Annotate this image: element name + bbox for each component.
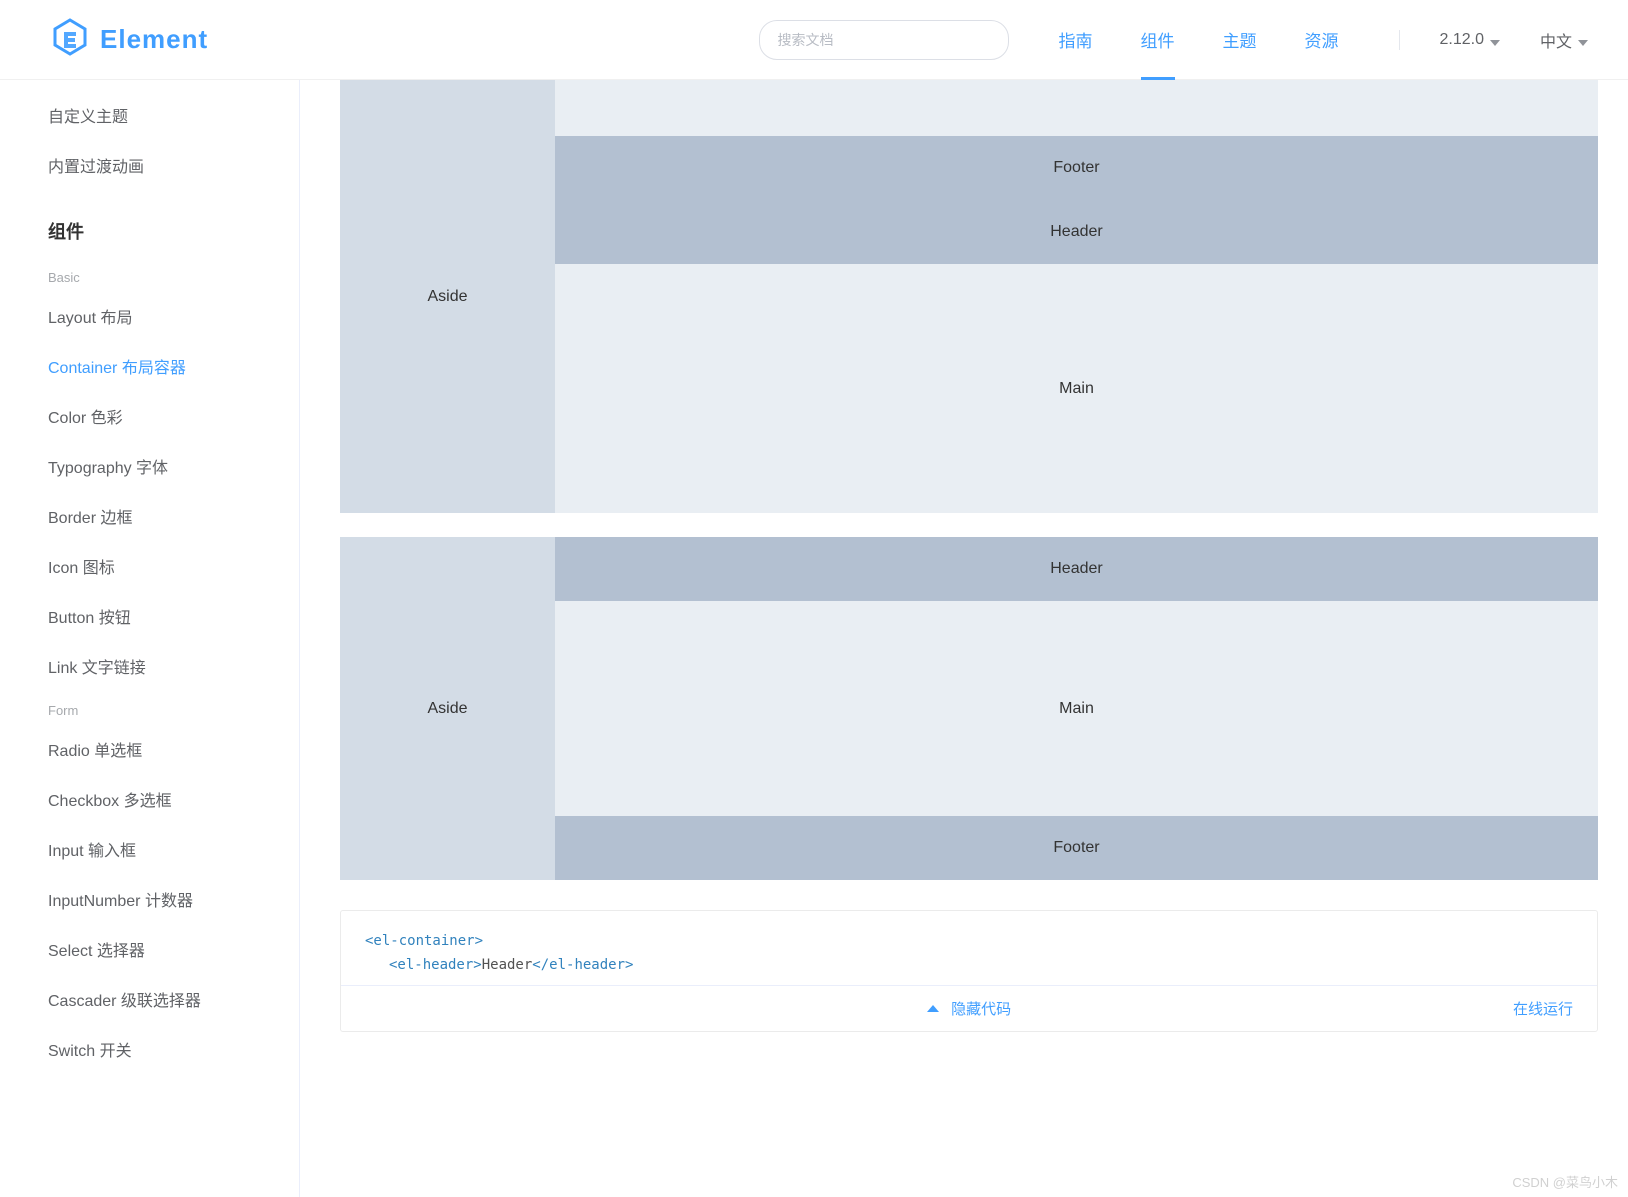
demo-block-2: Aside Header Main Footer <box>340 537 1598 880</box>
sidebar-sub-basic: Basic <box>48 258 299 291</box>
el-header: Header <box>555 200 1598 264</box>
sidebar-item-container[interactable]: Container 布局容器 <box>48 341 299 391</box>
header-center: 指南 组件 主题 资源 <box>759 0 1339 80</box>
el-aside: Aside <box>340 80 555 513</box>
lang-label: 中文 <box>1540 28 1572 52</box>
logo-icon <box>50 17 90 62</box>
sidebar-item-checkbox[interactable]: Checkbox 多选框 <box>48 774 299 824</box>
lang-dropdown[interactable]: 中文 <box>1540 28 1588 52</box>
nav-theme[interactable]: 主题 <box>1223 0 1257 80</box>
hide-code-label: 隐藏代码 <box>951 1001 1011 1018</box>
sidebar-item-button[interactable]: Button 按钮 <box>48 591 299 641</box>
sidebar-item-custom-theme[interactable]: 自定义主题 <box>48 90 299 140</box>
el-container-inner: Footer Header Main <box>555 80 1598 513</box>
sidebar: 自定义主题 内置过渡动画 组件 Basic Layout 布局 Containe… <box>0 80 300 1197</box>
sidebar-item-color[interactable]: Color 色彩 <box>48 391 299 441</box>
sidebar-item-layout[interactable]: Layout 布局 <box>48 291 299 341</box>
nav-resource[interactable]: 资源 <box>1305 0 1339 80</box>
logo[interactable]: Element <box>50 17 208 62</box>
sidebar-item-switch[interactable]: Switch 开关 <box>48 1024 299 1074</box>
sidebar-item-cascader[interactable]: Cascader 级联选择器 <box>48 974 299 1024</box>
el-main-top <box>555 80 1598 136</box>
el-container-inner: Header Main Footer <box>555 537 1598 880</box>
chevron-down-icon <box>1578 35 1588 45</box>
sidebar-item-icon[interactable]: Icon 图标 <box>48 541 299 591</box>
sidebar-group-title: 组件 <box>48 190 299 258</box>
nav-guide[interactable]: 指南 <box>1059 0 1093 80</box>
sidebar-item-input[interactable]: Input 输入框 <box>48 824 299 874</box>
sidebar-item-typography[interactable]: Typography 字体 <box>48 441 299 491</box>
el-main: Main <box>555 601 1598 816</box>
code-line-2: <el-header>Header</el-header> <box>365 953 1573 977</box>
sidebar-sub-form: Form <box>48 691 299 724</box>
caret-up-icon <box>927 1005 939 1012</box>
code-block: <el-container> <el-header>Header</el-hea… <box>340 910 1598 1032</box>
code-tag: <el-header> <box>389 957 482 973</box>
el-footer: Footer <box>555 816 1598 880</box>
sidebar-item-select[interactable]: Select 选择器 <box>48 924 299 974</box>
code-body: <el-container> <el-header>Header</el-hea… <box>341 911 1597 985</box>
top-header: Element 指南 组件 主题 资源 2.12.0 中文 <box>0 0 1628 80</box>
body-wrap: 自定义主题 内置过渡动画 组件 Basic Layout 布局 Containe… <box>0 80 1628 1197</box>
sidebar-item-link[interactable]: Link 文字链接 <box>48 641 299 691</box>
version-dropdown[interactable]: 2.12.0 <box>1440 31 1500 49</box>
nav-component[interactable]: 组件 <box>1141 0 1175 80</box>
logo-text: Element <box>100 24 208 55</box>
el-footer: Footer <box>555 136 1598 200</box>
nav-links: 指南 组件 主题 资源 <box>1059 0 1339 80</box>
el-main: Main <box>555 264 1598 513</box>
header-right: 2.12.0 中文 <box>1399 28 1589 52</box>
code-tag: <el-container> <box>365 933 483 949</box>
demo-block-1: Aside Footer Header Main <box>340 80 1598 513</box>
el-aside: Aside <box>340 537 555 880</box>
code-control[interactable]: 隐藏代码 在线运行 <box>341 985 1597 1031</box>
el-header: Header <box>555 537 1598 601</box>
online-run-button[interactable]: 在线运行 <box>1513 998 1573 1019</box>
sidebar-item-border[interactable]: Border 边框 <box>48 491 299 541</box>
sidebar-item-inputnumber[interactable]: InputNumber 计数器 <box>48 874 299 924</box>
sidebar-item-transition[interactable]: 内置过渡动画 <box>48 140 299 190</box>
code-tag: </el-header> <box>532 957 633 973</box>
main-content: Aside Footer Header Main Aside Header Ma… <box>300 80 1628 1197</box>
chevron-down-icon <box>1490 35 1500 45</box>
version-label: 2.12.0 <box>1440 31 1484 49</box>
code-text: Header <box>482 957 533 973</box>
code-line-1: <el-container> <box>365 929 1573 953</box>
el-container: Aside Header Main Footer <box>340 537 1598 880</box>
sidebar-item-radio[interactable]: Radio 单选框 <box>48 724 299 774</box>
search-input[interactable] <box>759 20 1009 60</box>
el-container: Aside Footer Header Main <box>340 80 1598 513</box>
divider <box>1399 30 1400 50</box>
